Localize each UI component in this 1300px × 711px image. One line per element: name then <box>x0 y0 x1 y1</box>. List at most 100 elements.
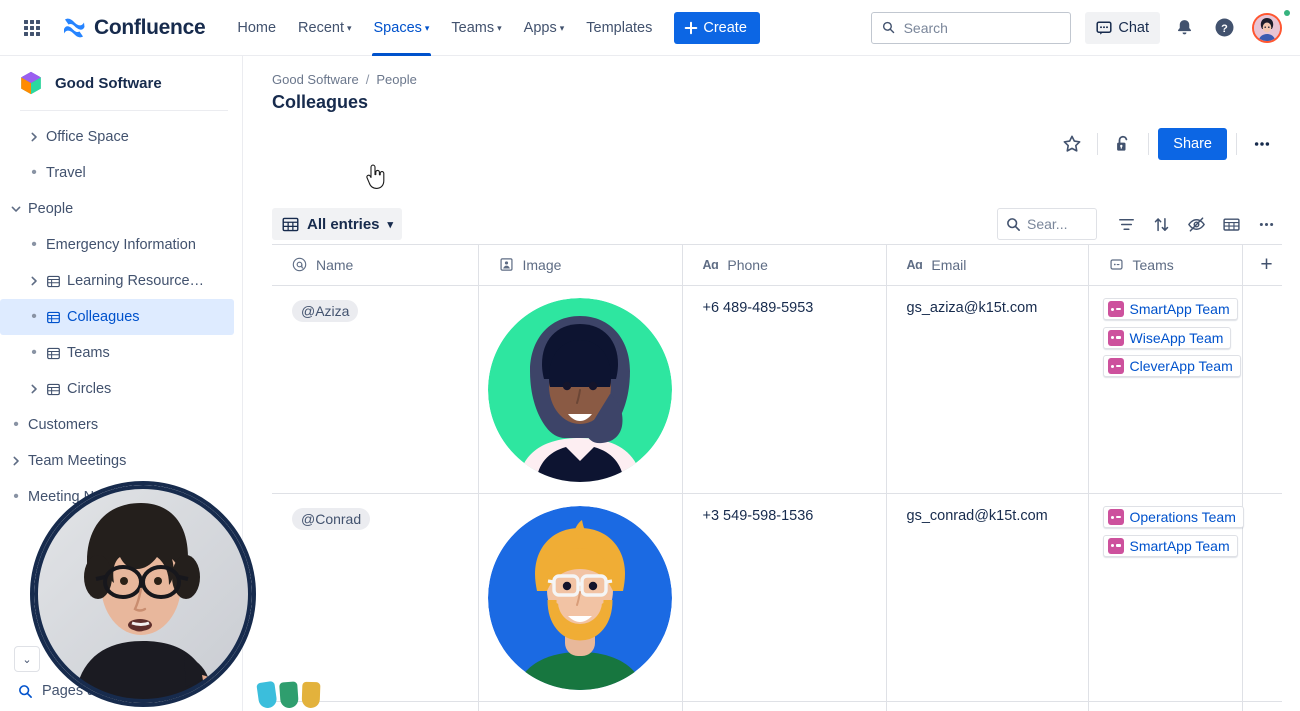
share-button[interactable]: Share <box>1158 128 1227 160</box>
table-layout-icon <box>1222 217 1240 231</box>
cell-image[interactable] <box>478 285 683 494</box>
column-header-label: Image <box>522 256 562 273</box>
sort-button[interactable] <box>1145 208 1177 240</box>
space-header[interactable]: Good Software <box>0 56 242 108</box>
database-search-input[interactable] <box>1027 216 1088 232</box>
help-button[interactable]: ? <box>1208 12 1240 44</box>
table-row[interactable]: @Erika <box>272 701 1282 711</box>
cell-email[interactable]: gs_erika@k15t.com <box>886 701 1089 711</box>
add-column-button[interactable]: + <box>1251 249 1283 281</box>
chevron-right-icon[interactable] <box>22 132 46 142</box>
cell-email[interactable]: gs_conrad@k15t.com <box>886 493 1089 702</box>
cell-name[interactable]: @Aziza <box>272 285 479 494</box>
chat-button[interactable]: Chat <box>1085 11 1160 44</box>
cell-teams[interactable]: Operations Team <box>1088 701 1243 711</box>
chevron-down-icon[interactable] <box>4 204 28 214</box>
database-more-actions-button[interactable] <box>1250 208 1282 240</box>
team-tag-label: SmartApp Team <box>1129 537 1230 554</box>
cell-image[interactable] <box>478 493 683 702</box>
sidebar-item-team-meetings[interactable]: Team Meetings <box>0 443 234 479</box>
chevron-right-icon[interactable] <box>4 456 28 466</box>
sidebar-item-emergency-information[interactable]: • Emergency Information <box>0 227 234 263</box>
team-tag-label: WiseApp Team <box>1129 329 1224 346</box>
collapse-sidebar-button[interactable]: ⌄ <box>14 646 40 672</box>
nav-item-spaces[interactable]: Spaces ▾ <box>364 0 440 56</box>
notifications-button[interactable] <box>1168 12 1200 44</box>
nav-item-home[interactable]: Home <box>227 0 286 56</box>
team-tag[interactable]: SmartApp Team <box>1102 298 1238 320</box>
sidebar-item-customers[interactable]: • Customers <box>0 407 234 443</box>
cell-email[interactable]: gs_aziza@k15t.com <box>886 285 1089 494</box>
chevron-right-icon[interactable] <box>22 276 46 286</box>
nav-item-teams[interactable]: Teams ▾ <box>441 0 511 56</box>
team-tag[interactable]: CleverApp Team <box>1102 355 1241 377</box>
sidebar-item-teams[interactable]: • Teams <box>0 335 234 371</box>
cell-phone[interactable]: +3 549-598-1536 <box>682 493 887 702</box>
space-page-tree: Office Space • Travel People • Emergency Info… <box>0 117 242 515</box>
confluence-logo-icon <box>64 18 85 37</box>
team-tag-label: Operations Team <box>1129 509 1236 525</box>
nav-item-apps[interactable]: Apps ▾ <box>514 0 575 56</box>
table-row[interactable]: @Conrad +3 549-598-1536 gs_conrad@k15t.c… <box>272 493 1282 702</box>
team-entry-icon <box>1107 537 1124 554</box>
user-mention-chip[interactable]: @Conrad <box>292 507 371 530</box>
page-more-actions-button[interactable] <box>1246 128 1278 160</box>
database-toolbar: All entries ▾ <box>243 204 1300 244</box>
sidebar-item-travel[interactable]: • Travel <box>0 155 234 191</box>
team-tag[interactable]: Operations Team <box>1102 506 1244 528</box>
column-header-email[interactable]: Aɑ Email <box>886 245 1089 286</box>
global-search-box[interactable] <box>871 11 1072 44</box>
team-tag[interactable]: WiseApp Team <box>1102 326 1232 349</box>
sidebar-item-people[interactable]: People <box>0 191 234 227</box>
cell-image[interactable] <box>478 701 683 711</box>
link-entry-icon <box>1109 259 1123 270</box>
sidebar-item-label: Emergency Information <box>46 237 196 253</box>
svg-text:?: ? <box>1221 23 1228 35</box>
brand-swatch-strip <box>256 680 321 710</box>
page-restrictions-button[interactable] <box>1107 128 1139 160</box>
column-header-phone[interactable]: Aɑ Phone <box>682 245 887 286</box>
team-entry-icon <box>1107 301 1124 317</box>
chevron-down-icon: ▾ <box>387 218 394 231</box>
chevron-right-icon[interactable] <box>22 384 46 394</box>
user-avatar-button[interactable] <box>1252 12 1282 43</box>
team-tag[interactable]: SmartApp Team <box>1102 534 1238 557</box>
star-page-button[interactable] <box>1056 128 1088 160</box>
column-header-image[interactable]: Image <box>478 245 683 286</box>
search-icon <box>19 684 32 698</box>
sidebar-item-label: Circles <box>67 381 112 397</box>
cell-teams[interactable]: SmartApp Team WiseApp Team CleverApp Tea… <box>1088 285 1243 494</box>
cell-phone[interactable]: +6 489-489-5953 <box>682 285 887 494</box>
cell-phone[interactable]: +1 561-159-5614 <box>682 701 887 711</box>
sidebar-item-circles[interactable]: Circles <box>0 371 234 407</box>
confluence-home-link[interactable]: Confluence <box>61 15 206 41</box>
global-search-input[interactable] <box>903 19 1061 36</box>
swatch-yellow <box>301 681 321 709</box>
sidebar-item-colleagues[interactable]: • Colleagues <box>0 299 234 335</box>
view-selector-button[interactable]: All entries ▾ <box>272 208 403 240</box>
table-row[interactable]: @Aziza +6 489-489-5953 gs_aziza@k15t.com… <box>272 285 1282 494</box>
database-search-box[interactable] <box>997 208 1097 240</box>
breadcrumb-item-parent[interactable]: People <box>376 72 416 87</box>
ellipsis-icon <box>1254 142 1270 146</box>
breadcrumb-item-space[interactable]: Good Software <box>272 72 359 87</box>
sidebar-item-learning-resource[interactable]: Learning Resource… <box>0 263 234 299</box>
filter-button[interactable] <box>1110 208 1142 240</box>
create-button[interactable]: Create <box>674 11 760 44</box>
user-mention-chip[interactable]: @Aziza <box>292 299 359 322</box>
page-title: Colleagues <box>272 92 369 112</box>
star-icon <box>1063 135 1081 152</box>
cell-name[interactable]: @Conrad <box>272 493 479 702</box>
hide-fields-button[interactable] <box>1180 208 1212 240</box>
app-switcher-button[interactable] <box>16 12 48 44</box>
column-header-name[interactable]: Name <box>272 245 479 286</box>
sidebar-item-office-space[interactable]: Office Space <box>0 119 234 155</box>
plus-icon <box>685 21 698 34</box>
cell-teams[interactable]: Operations Team SmartApp Team <box>1088 493 1244 702</box>
column-header-teams[interactable]: Teams <box>1088 245 1243 286</box>
bullet-marker: • <box>13 416 19 433</box>
sidebar-item-label: People <box>28 201 74 217</box>
nav-item-templates[interactable]: Templates <box>576 0 662 56</box>
layout-button[interactable] <box>1215 208 1247 240</box>
nav-item-recent[interactable]: Recent ▾ <box>288 0 361 56</box>
